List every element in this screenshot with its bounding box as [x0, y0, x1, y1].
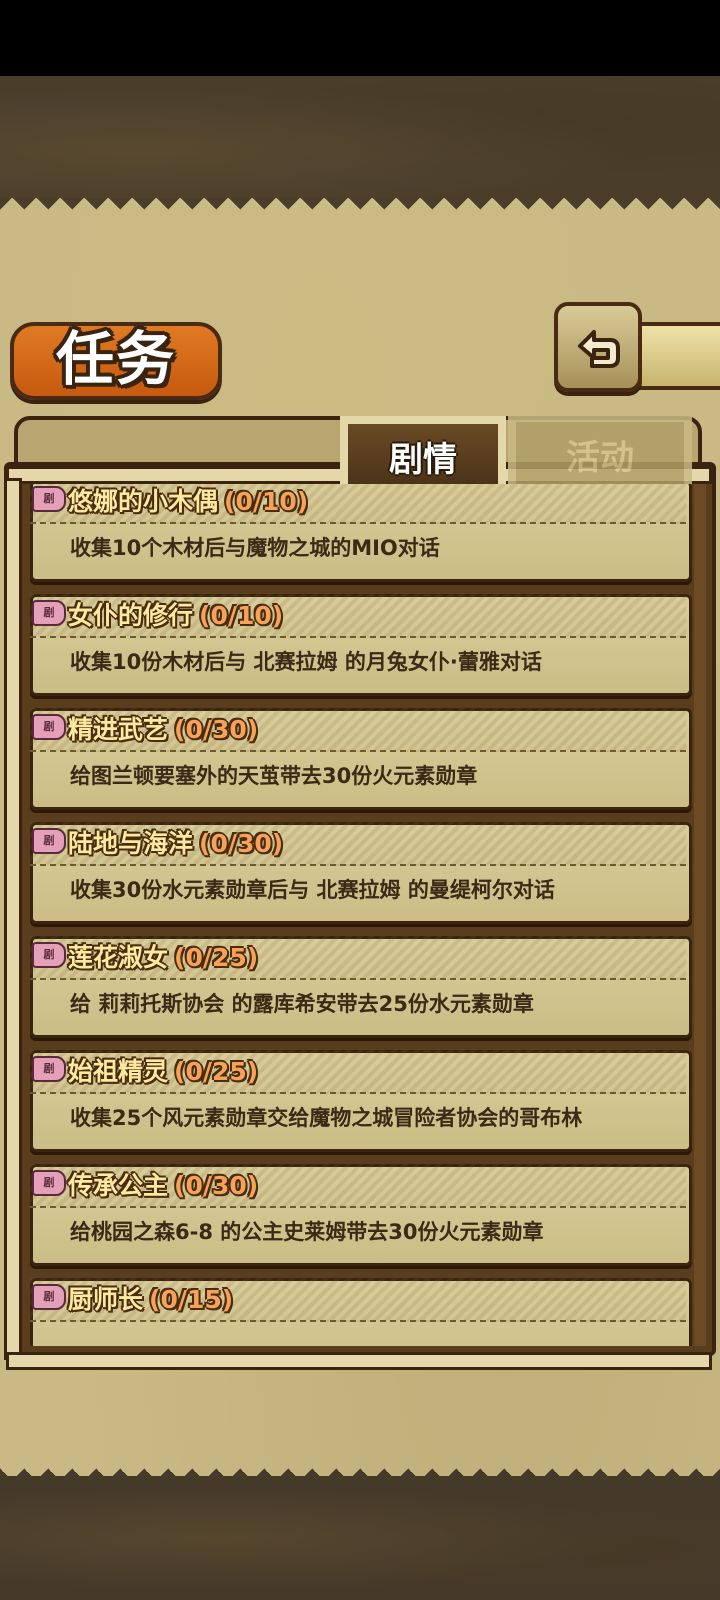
quest-description: 收集10份木材后与 北赛拉姆 的月兔女仆·蕾雅对话 — [70, 650, 542, 674]
pink-tag-icon: 剧 — [32, 600, 66, 626]
pink-tag-icon: 剧 — [32, 942, 66, 968]
panel-rail-left — [4, 478, 22, 1360]
pink-tag-icon: 剧 — [32, 486, 66, 512]
quest-title: 厨师长 (0/15) — [68, 1285, 234, 1314]
world-map-background-bottom — [0, 1476, 720, 1600]
tab-story-label: 剧情 — [389, 439, 457, 480]
page-title: 任务 — [55, 325, 176, 393]
quest-progress: (0/10) — [224, 487, 309, 516]
world-map-background-top — [0, 76, 720, 200]
torn-edge-top — [0, 198, 720, 220]
quest-progress: (0/25) — [174, 943, 259, 972]
quest-progress: (0/30) — [199, 829, 284, 858]
quest-item[interactable]: 剧 莲花淑女 (0/25) 给 莉莉托斯协会 的露库希安带去25份水元素勋章 — [26, 936, 692, 1038]
quest-item[interactable]: 剧 女仆的修行 (0/10) 收集10份木材后与 北赛拉姆 的月兔女仆·蕾雅对话 — [26, 594, 692, 696]
quest-list[interactable]: 剧 悠娜的小木偶 (0/10) 收集10个木材后与魔物之城的MIO对话 剧 女仆的… — [26, 484, 694, 1346]
pink-tag-icon: 剧 — [32, 714, 66, 740]
quest-description: 收集30份水元素勋章后与 北赛拉姆 的曼缇柯尔对话 — [70, 878, 555, 902]
quest-title: 传承公主 (0/30) — [68, 1171, 259, 1200]
quest-description: 给桃园之森6-8 的公主史莱姆带去30份火元素勋章 — [70, 1220, 544, 1244]
quest-item[interactable]: 剧 精进武艺 (0/30) 给图兰顿要塞外的天茧带去30份火元素勋章 — [26, 708, 692, 810]
quest-title: 精进武艺 (0/30) — [68, 715, 259, 744]
quest-description: 收集10个木材后与魔物之城的MIO对话 — [70, 536, 440, 560]
quest-item[interactable]: 剧 始祖精灵 (0/25) 收集25个风元素勋章交给魔物之城冒险者协会的哥布林 — [26, 1050, 692, 1152]
quest-progress: (0/30) — [174, 715, 259, 744]
pink-tag-icon: 剧 — [32, 1170, 66, 1196]
panel-rail-bottom — [6, 1352, 712, 1370]
pink-tag-icon: 剧 — [32, 1056, 66, 1082]
quest-title: 悠娜的小木偶 (0/10) — [68, 487, 309, 516]
quest-description: 收集25个风元素勋章交给魔物之城冒险者协会的哥布林 — [70, 1106, 583, 1130]
scrollbar[interactable] — [694, 484, 706, 1346]
quest-item[interactable]: 剧 厨师长 (0/15) — [26, 1278, 692, 1346]
tab-event-label: 活动 — [566, 437, 634, 478]
quest-progress: (0/10) — [199, 601, 284, 630]
quest-description: 给图兰顿要塞外的天茧带去30份火元素勋章 — [70, 764, 478, 788]
back-button[interactable] — [554, 302, 642, 392]
quest-title: 女仆的修行 (0/10) — [68, 601, 284, 630]
quest-item[interactable]: 剧 悠娜的小木偶 (0/10) 收集10个木材后与魔物之城的MIO对话 — [26, 484, 692, 582]
quest-title: 陆地与海洋 (0/30) — [68, 829, 284, 858]
quest-progress: (0/15) — [149, 1285, 234, 1314]
quest-progress: (0/25) — [174, 1057, 259, 1086]
quest-item[interactable]: 剧 传承公主 (0/30) 给桃园之森6-8 的公主史莱姆带去30份火元素勋章 — [26, 1164, 692, 1266]
torn-edge-bottom — [0, 1410, 720, 1480]
tab-event[interactable]: 活动 — [508, 416, 692, 486]
tab-story[interactable]: 剧情 — [340, 416, 506, 488]
quest-progress: (0/30) — [174, 1171, 259, 1200]
status-bar — [0, 0, 720, 76]
quest-title: 始祖精灵 (0/25) — [68, 1057, 259, 1086]
pink-tag-icon: 剧 — [32, 1284, 66, 1310]
return-arrow-icon — [578, 330, 620, 368]
quest-description: 给 莉莉托斯协会 的露库希安带去25份水元素勋章 — [70, 992, 534, 1016]
pink-tag-icon: 剧 — [32, 828, 66, 854]
quest-title: 莲花淑女 (0/25) — [68, 943, 259, 972]
quest-item[interactable]: 剧 陆地与海洋 (0/30) 收集30份水元素勋章后与 北赛拉姆 的曼缇柯尔对话 — [26, 822, 692, 924]
